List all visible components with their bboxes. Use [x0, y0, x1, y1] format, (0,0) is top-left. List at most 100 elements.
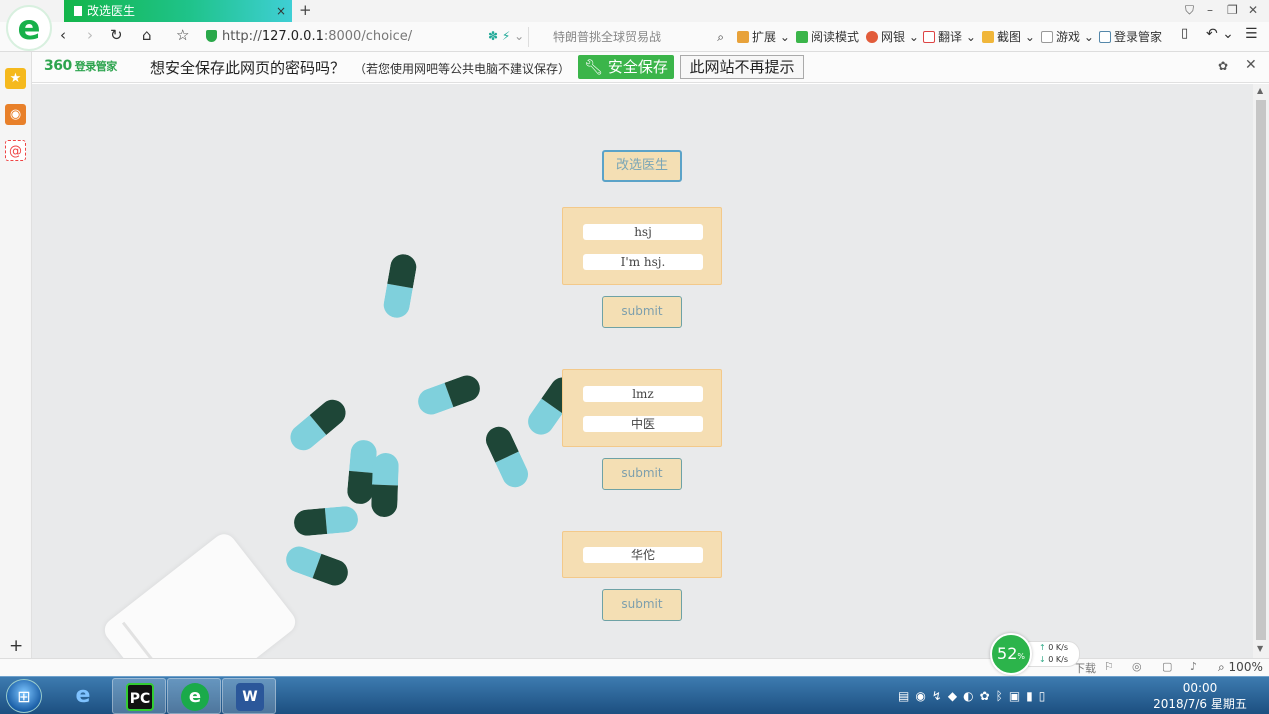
- window-icon[interactable]: ▢: [1162, 660, 1172, 673]
- security-shield-icon: [206, 30, 217, 42]
- sidebar-add-icon[interactable]: +: [9, 636, 23, 656]
- submit-button[interactable]: submit: [602, 296, 682, 328]
- doctor-card-2: lmz 中医: [562, 369, 722, 447]
- key-icon: [1099, 31, 1111, 43]
- extend-icon: [737, 31, 749, 43]
- title-bar: 改选医生 × + ⛉ – ❐ ✕: [0, 0, 1269, 22]
- wrench-icon: 🔧︎: [584, 58, 604, 76]
- zoom-icon: ⌕: [1218, 660, 1229, 674]
- capsule-image: [414, 371, 484, 419]
- back-icon[interactable]: ‹: [60, 26, 66, 44]
- doctor-name-field[interactable]: 华佗: [583, 547, 703, 563]
- browser-logo-icon[interactable]: e: [6, 5, 52, 51]
- capsule-image: [481, 422, 533, 492]
- browser-360-icon: e: [181, 683, 209, 711]
- tab-active[interactable]: 改选医生 ×: [64, 0, 292, 22]
- capsule-image: [285, 394, 351, 456]
- clock[interactable]: 00:00 2018/7/6 星期五: [1150, 680, 1250, 712]
- download-rate: 0 K/s: [1048, 655, 1068, 664]
- translate-menu[interactable]: 翻译 ⌄: [923, 28, 976, 45]
- addr-extension-icons[interactable]: ✽ ⚡ ⌄: [488, 29, 524, 43]
- scroll-down-icon[interactable]: ▼: [1257, 644, 1263, 653]
- doctor-intro-field[interactable]: 中医: [583, 416, 703, 432]
- download-arrow-icon: ↓: [1039, 655, 1046, 664]
- close-window-button[interactable]: ✕: [1248, 3, 1258, 17]
- doctor-intro-field[interactable]: I'm hsj.: [583, 254, 703, 270]
- vertical-scrollbar[interactable]: ▲ ▼: [1253, 84, 1269, 658]
- undo-icon[interactable]: ↶ ⌄: [1206, 26, 1234, 42]
- taskbar-pycharm[interactable]: PC: [112, 678, 166, 714]
- search-input[interactable]: 特朗普挑全球贸易战 ⌕: [528, 27, 726, 47]
- change-doctor-button[interactable]: 改选医生: [602, 150, 682, 182]
- games-icon: [1041, 31, 1053, 43]
- login-manager-label: 登录管家: [1114, 30, 1163, 44]
- clock-date: 2018/7/6 星期五: [1153, 697, 1247, 711]
- safe-save-button[interactable]: 🔧︎ 安全保存: [578, 55, 674, 79]
- system-tray[interactable]: ▤◉↯◆◐✿ᛒ▣▮▯: [898, 689, 1051, 703]
- minimize-button[interactable]: –: [1207, 3, 1213, 17]
- taskbar-ie[interactable]: e: [56, 678, 110, 714]
- ie-icon: e: [75, 683, 91, 708]
- gear-icon[interactable]: ✿: [1218, 59, 1228, 73]
- bookmark-star-icon[interactable]: ☆: [176, 26, 189, 44]
- flag-icon[interactable]: ⚐: [1104, 660, 1114, 673]
- tab-close-button[interactable]: ×: [276, 0, 286, 22]
- brand-360: 360: [44, 58, 72, 74]
- zoom-value: 100%: [1228, 660, 1263, 674]
- login-manager-button[interactable]: 登录管家: [1099, 28, 1162, 45]
- sidebar: ★ ◉ @ +: [0, 52, 32, 658]
- safe-save-label: 安全保存: [607, 58, 668, 76]
- speed-ball-widget[interactable]: 52%: [990, 633, 1032, 675]
- restore-button[interactable]: ❐: [1227, 3, 1238, 17]
- search-icon[interactable]: ⌕: [717, 27, 724, 47]
- netbank-icon: [866, 31, 878, 43]
- favorites-star-icon[interactable]: ★: [5, 68, 26, 89]
- scrollbar-thumb[interactable]: [1256, 100, 1266, 640]
- skin-icon[interactable]: ⛉: [1185, 3, 1194, 18]
- forward-icon[interactable]: ›: [87, 26, 93, 44]
- refresh-icon[interactable]: ↻: [110, 26, 123, 44]
- zoom-level[interactable]: ⌕ 100%: [1218, 660, 1263, 675]
- document-icon: [74, 6, 82, 16]
- screenshot-menu[interactable]: 截图 ⌄: [982, 28, 1035, 45]
- doctor-name-field[interactable]: lmz: [583, 386, 703, 402]
- password-note: （若您使用网吧等公共电脑不建议保存）: [354, 62, 571, 76]
- address-bar[interactable]: http://127.0.0.1:8000/choice/: [206, 27, 496, 47]
- url-scheme: http://: [222, 29, 262, 44]
- netbank-menu[interactable]: 网银 ⌄: [866, 28, 919, 45]
- speed-percent: 52: [997, 644, 1018, 663]
- network-rate-panel: ↑ 0 K/s ↓ 0 K/s: [1028, 641, 1080, 667]
- scroll-up-icon[interactable]: ▲: [1257, 86, 1263, 95]
- translate-label: 翻译: [938, 30, 963, 44]
- sound-icon[interactable]: ♪: [1190, 660, 1197, 673]
- pycharm-icon: PC: [126, 683, 154, 711]
- taskbar-360-browser[interactable]: e: [167, 678, 221, 714]
- ie-mode-icon[interactable]: ◎: [1132, 660, 1142, 673]
- brand-sub: 登录管家: [74, 60, 118, 73]
- doctor-name-field[interactable]: hsj: [583, 224, 703, 240]
- translate-icon: [923, 31, 935, 43]
- start-button[interactable]: ⊞: [6, 679, 42, 713]
- weibo-icon[interactable]: ◉: [5, 104, 26, 125]
- taskbar-word[interactable]: W: [222, 678, 276, 714]
- netbank-label: 网银: [881, 30, 906, 44]
- close-icon[interactable]: ✕: [1245, 57, 1257, 73]
- screenshot-icon: [982, 31, 994, 43]
- games-menu[interactable]: 游戏 ⌄: [1041, 28, 1094, 45]
- pill-bottle-image: [100, 529, 300, 658]
- mobile-icon[interactable]: ▯: [1181, 26, 1188, 41]
- submit-button[interactable]: submit: [602, 589, 682, 621]
- mail-icon[interactable]: @: [5, 140, 26, 161]
- word-icon: W: [236, 683, 264, 711]
- extend-menu[interactable]: 扩展 ⌄: [737, 28, 790, 45]
- submit-button[interactable]: submit: [602, 458, 682, 490]
- doctor-card-3: 华佗: [562, 531, 722, 578]
- capsule-image: [381, 252, 419, 320]
- menu-icon[interactable]: ☰: [1245, 26, 1258, 42]
- password-question: 想安全保存此网页的密码吗？: [150, 59, 346, 77]
- reader-mode-button[interactable]: 阅读模式: [796, 28, 859, 45]
- new-tab-button[interactable]: +: [299, 1, 312, 19]
- page-content: 改选医生 hsj I'm hsj. submit lmz 中医 submit 华…: [32, 84, 1253, 658]
- home-icon[interactable]: ⌂: [142, 26, 152, 44]
- never-prompt-button[interactable]: 此网站不再提示: [680, 55, 804, 79]
